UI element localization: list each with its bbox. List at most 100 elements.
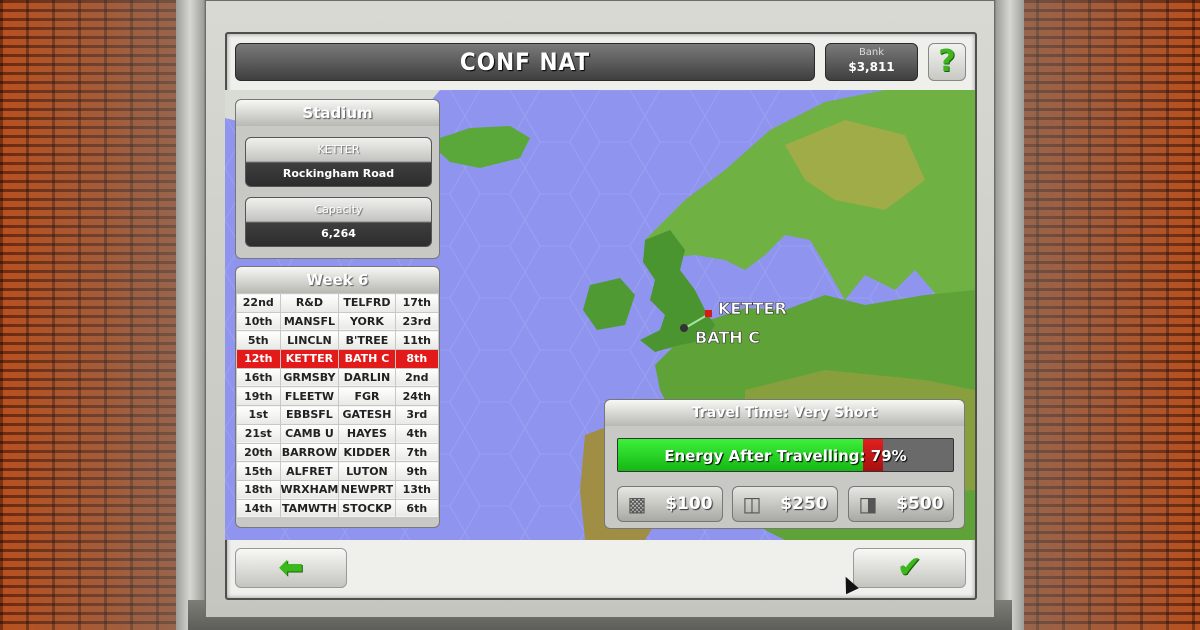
- travel-heading: Travel Time: Very Short: [605, 400, 964, 426]
- help-button[interactable]: ?: [928, 43, 966, 81]
- home-position: 21st: [236, 423, 281, 444]
- away-team: FGR: [338, 386, 396, 407]
- home-team: MANSFL: [279, 311, 340, 332]
- away-position: 11th: [394, 330, 439, 351]
- stadium-panel: Stadium KETTER Rockingham Road Capacity …: [235, 99, 440, 259]
- fixture-row: 20th BARROW KIDDER 7th: [236, 442, 439, 463]
- home-position: 19th: [236, 386, 281, 407]
- capacity-value: 6,264: [321, 227, 356, 240]
- away-marker: [680, 324, 688, 332]
- arrow-left-icon: ⬅: [278, 550, 304, 585]
- home-position: 22nd: [236, 293, 281, 313]
- bus-price: $100: [665, 494, 713, 514]
- away-position: 3rd: [394, 405, 439, 425]
- energy-label: Energy After Travelling: 79%: [664, 447, 907, 465]
- home-position: 18th: [236, 479, 281, 500]
- home-team: LINCLN: [279, 330, 340, 351]
- stadium-name-box: KETTER Rockingham Road: [245, 137, 432, 187]
- confirm-button[interactable]: ✔: [853, 548, 966, 588]
- train-icon: ◫: [742, 492, 762, 516]
- stadium-stand-right: [1010, 0, 1200, 630]
- back-button[interactable]: ⬅: [235, 548, 347, 588]
- away-team: HAYES: [338, 423, 396, 444]
- travel-option-plane-button[interactable]: ◨ $500: [848, 486, 954, 522]
- home-team: EBBSFL: [279, 405, 340, 425]
- home-label: KETTER: [718, 299, 787, 318]
- home-team: WRXHAM: [279, 479, 340, 500]
- stadium-team: KETTER: [317, 143, 360, 156]
- fixture-row: 5th LINCLN B'TREE 11th: [236, 330, 439, 351]
- fixture-row: 10th MANSFL YORK 23rd: [236, 311, 439, 332]
- home-position: 16th: [236, 367, 281, 388]
- away-position: 2nd: [394, 367, 439, 388]
- home-marker: [705, 310, 712, 317]
- home-position: 12th: [236, 349, 281, 369]
- frame-pillar-left: [176, 0, 204, 630]
- fixture-row: 19th FLEETW FGR 24th: [236, 386, 439, 407]
- away-position: 8th: [394, 349, 439, 369]
- fixture-row: 22nd R&D TELFRD 17th: [236, 293, 439, 313]
- away-position: 13th: [394, 479, 439, 500]
- home-team: GRMSBY: [279, 367, 340, 388]
- away-position: 23rd: [394, 311, 439, 332]
- stadium-stand-left: [0, 0, 190, 630]
- away-position: 9th: [394, 461, 439, 481]
- plane-price: $500: [896, 494, 944, 514]
- frame-pillar-right: [996, 0, 1024, 630]
- home-team: R&D: [279, 293, 340, 313]
- home-position: 14th: [236, 498, 281, 519]
- home-team: TAMWTH: [279, 498, 340, 519]
- away-team: TELFRD: [338, 293, 396, 313]
- home-position: 10th: [236, 311, 281, 332]
- bus-icon: ▩: [627, 492, 647, 516]
- home-team: CAMB U: [279, 423, 340, 444]
- away-team: DARLIN: [338, 367, 396, 388]
- away-team: STOCKP: [338, 498, 396, 519]
- home-team: KETTER: [279, 349, 340, 369]
- fixture-row: 16th GRMSBY DARLIN 2nd: [236, 367, 439, 388]
- bank-display: Bank $3,811: [825, 43, 918, 81]
- home-team: BARROW: [279, 442, 340, 463]
- away-position: 6th: [394, 498, 439, 519]
- travel-panel: Travel Time: Very Short Energy After Tra…: [604, 399, 965, 529]
- capacity-label: Capacity: [314, 203, 363, 216]
- home-position: 5th: [236, 330, 281, 351]
- stadium-heading: Stadium: [236, 100, 439, 126]
- fixture-row: 15th ALFRET LUTON 9th: [236, 461, 439, 481]
- home-position: 1st: [236, 405, 281, 425]
- train-price: $250: [780, 494, 828, 514]
- home-team: ALFRET: [279, 461, 340, 481]
- away-position: 24th: [394, 386, 439, 407]
- capacity-box: Capacity 6,264: [245, 197, 432, 247]
- away-team: GATESH: [338, 405, 396, 425]
- away-team: NEWPRT: [338, 479, 396, 500]
- away-position: 4th: [394, 423, 439, 444]
- away-team: B'TREE: [338, 330, 396, 351]
- fixture-row: 14th TAMWTH STOCKP 6th: [236, 498, 439, 519]
- home-position: 20th: [236, 442, 281, 463]
- week-heading: Week 6: [236, 267, 439, 293]
- week-fixtures-panel: Week 6 22nd R&D TELFRD 17th 10th MANSFL YORK 23…: [235, 266, 440, 528]
- away-position: 17th: [394, 293, 439, 313]
- checkmark-icon: ✔: [896, 550, 923, 585]
- fixture-row: 12th KETTER BATH C 8th: [236, 349, 439, 369]
- fixture-row: 1st EBBSFL GATESH 3rd: [236, 405, 439, 425]
- away-team: BATH C: [338, 349, 396, 369]
- bank-label: Bank: [858, 47, 885, 58]
- away-position: 7th: [394, 442, 439, 463]
- travel-option-train-button[interactable]: ◫ $250: [732, 486, 838, 522]
- away-team: KIDDER: [338, 442, 396, 463]
- stadium-ground: Rockingham Road: [282, 167, 395, 180]
- home-team: FLEETW: [279, 386, 340, 407]
- away-team: YORK: [338, 311, 396, 332]
- fixture-row: 21st CAMB U HAYES 4th: [236, 423, 439, 444]
- plane-icon: ◨: [858, 492, 878, 516]
- home-position: 15th: [236, 461, 281, 481]
- fixture-row: 18th WRXHAM NEWPRT 13th: [236, 479, 439, 500]
- away-team: LUTON: [338, 461, 396, 481]
- away-label: BATH C: [695, 328, 760, 347]
- travel-option-bus-button[interactable]: ▩ $100: [617, 486, 723, 522]
- page-title: CONF NAT: [235, 43, 815, 81]
- fixtures-table: 22nd R&D TELFRD 17th 10th MANSFL YORK 23rd 5th LI…: [236, 293, 439, 519]
- energy-bar: Energy After Travelling: 79%: [617, 438, 954, 472]
